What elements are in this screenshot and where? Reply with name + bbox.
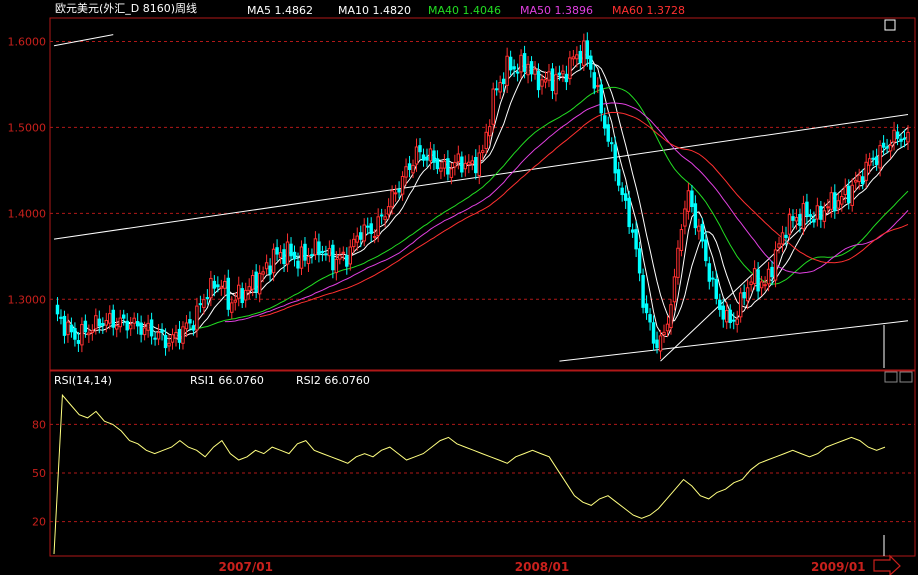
- rsi1-readout: RSI1 66.0760: [190, 374, 264, 387]
- chart-svg: 欧元美元(外汇_D 8160)周线 MA5 1.4862 MA10 1.4820…: [0, 0, 918, 575]
- chart-title: 欧元美元(外汇_D 8160)周线: [55, 1, 197, 15]
- top-right-marker[interactable]: [884, 19, 896, 31]
- date-tick-label: 2008/01: [515, 560, 569, 574]
- price-tick-label: 1.6000: [8, 35, 47, 48]
- ma60-readout: MA60 1.3728: [612, 4, 685, 17]
- price-tick-label: 1.4000: [8, 207, 47, 220]
- price-tick-label: 1.3000: [8, 293, 47, 306]
- rsi-tick-label: 80: [32, 418, 46, 431]
- ma50-readout: MA50 1.3896: [520, 4, 593, 17]
- price-tick-label: 1.5000: [8, 121, 47, 134]
- rsi-label: RSI(14,14): [54, 374, 112, 387]
- ma10-readout: MA10 1.4820: [338, 4, 411, 17]
- rsi-tick-label: 50: [32, 467, 46, 480]
- ma5-readout: MA5 1.4862: [247, 4, 313, 17]
- rsi2-readout: RSI2 66.0760: [296, 374, 370, 387]
- date-tick-label: 2009/01: [811, 560, 865, 574]
- rsi-tick-label: 20: [32, 516, 46, 529]
- price-scroll-marker[interactable]: [884, 371, 898, 383]
- ma40-readout: MA40 1.4046: [428, 4, 501, 17]
- candle: [641, 268, 645, 314]
- date-tick-label: 2007/01: [218, 560, 272, 574]
- rsi-scroll-marker[interactable]: [899, 371, 913, 383]
